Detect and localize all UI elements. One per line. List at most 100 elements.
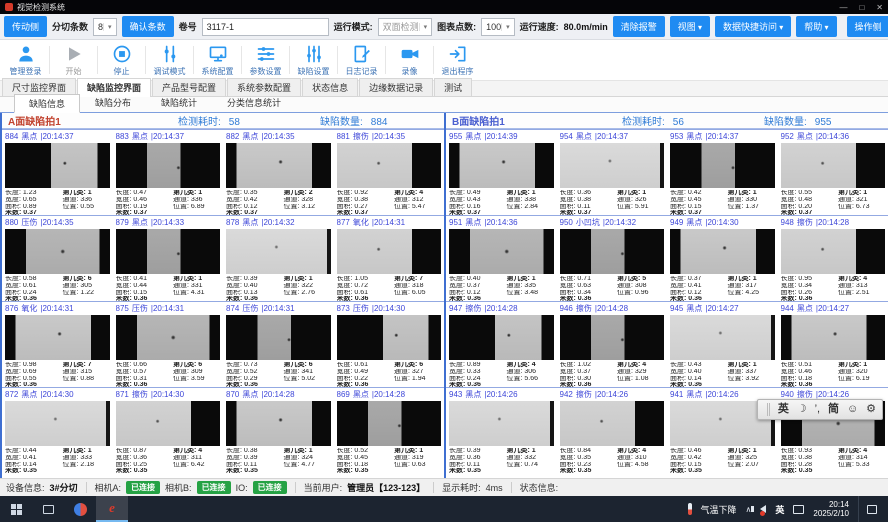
- defect-image[interactable]: [337, 229, 442, 274]
- defect-card[interactable]: 869 黑点 |20:14:28 长度: 0.52 宽度: 0.45 面积: 0…: [334, 387, 445, 473]
- defect-image[interactable]: [116, 229, 221, 274]
- ime-settings-gear-icon[interactable]: ⚙: [866, 404, 876, 415]
- ime-punct-icon[interactable]: ’,: [815, 404, 821, 415]
- defect-card[interactable]: 882 黑点 |20:14:35 长度: 0.35 宽度: 0.42 面积: 0…: [223, 129, 334, 215]
- defect-image[interactable]: [5, 401, 110, 446]
- defect-card[interactable]: 950 小凹坑 |20:14:32 长度: 0.71 宽度: 0.63 面积: …: [557, 215, 668, 301]
- ime-fullhalf-icon[interactable]: ☽: [797, 404, 807, 415]
- defect-card[interactable]: 955 黑点 |20:14:39 长度: 0.49 宽度: 0.43 面积: 0…: [446, 129, 557, 215]
- defect-image[interactable]: [226, 143, 331, 188]
- tool-user-button[interactable]: 管理登录: [2, 43, 49, 77]
- tool-tune-button[interactable]: 调试模式: [146, 43, 193, 77]
- close-button[interactable]: ✕: [876, 3, 883, 12]
- notification-center-button[interactable]: [858, 496, 884, 522]
- ime-keyboard-icon[interactable]: [793, 505, 804, 514]
- defect-image[interactable]: [560, 315, 665, 360]
- slit-count-select[interactable]: 8: [93, 18, 117, 36]
- defect-card[interactable]: 945 黑点 |20:14:27 长度: 0.43 宽度: 0.40 面积: 0…: [667, 301, 778, 387]
- defect-card[interactable]: 947 擦伤 |20:14:28 长度: 0.89 宽度: 0.33 面积: 0…: [446, 301, 557, 387]
- defect-card[interactable]: 874 压伤 |20:14:31 长度: 0.73 宽度: 0.52 面积: 0…: [223, 301, 334, 387]
- defect-card[interactable]: 949 黑点 |20:14:30 长度: 0.37 宽度: 0.41 面积: 0…: [667, 215, 778, 301]
- drive-side-button[interactable]: 传动侧: [4, 16, 47, 37]
- defect-card[interactable]: 872 黑点 |20:14:30 长度: 0.44 宽度: 0.41 面积: 0…: [2, 387, 113, 473]
- defect-card[interactable]: 942 擦伤 |20:14:26 长度: 0.84 宽度: 0.35 面积: 0…: [557, 387, 668, 473]
- defect-card[interactable]: 877 氧化 |20:14:31 长度: 1.05 宽度: 0.72 面积: 0…: [334, 215, 445, 301]
- defect-card[interactable]: 881 擦伤 |20:14:35 长度: 0.92 宽度: 0.38 面积: 0…: [334, 129, 445, 215]
- defect-card[interactable]: 952 黑点 |20:14:36 长度: 0.55 宽度: 0.48 面积: 0…: [778, 129, 888, 215]
- defect-image[interactable]: [560, 143, 665, 188]
- ime-drag-handle[interactable]: [767, 403, 770, 416]
- tool-exit-button[interactable]: 退出程序: [434, 43, 481, 77]
- start-button[interactable]: [0, 496, 32, 522]
- minimize-button[interactable]: —: [839, 3, 847, 12]
- quick-access-menu-button[interactable]: 数据快捷访问: [715, 16, 791, 37]
- defect-image[interactable]: [449, 401, 554, 446]
- defect-card[interactable]: 880 压伤 |20:14:35 长度: 0.58 宽度: 0.61 面积: 0…: [2, 215, 113, 301]
- defect-card[interactable]: 875 压伤 |20:14:31 长度: 0.66 宽度: 0.57 面积: 0…: [113, 301, 224, 387]
- defect-card[interactable]: 876 氧化 |20:14:31 长度: 0.98 宽度: 0.69 面积: 0…: [2, 301, 113, 387]
- run-mode-select[interactable]: 双面检测: [378, 18, 433, 36]
- tool-sliders-h-button[interactable]: 参数设置: [242, 43, 289, 77]
- defect-image[interactable]: [5, 143, 110, 188]
- defect-card[interactable]: 884 黑点 |20:14:37 长度: 1.23 宽度: 0.65 面积: 0…: [2, 129, 113, 215]
- language-indicator[interactable]: 英: [775, 503, 784, 516]
- task-view-button[interactable]: [32, 496, 64, 522]
- defect-card[interactable]: 883 黑点 |20:14:37 长度: 0.47 宽度: 0.46 面积: 0…: [113, 129, 224, 215]
- tool-stop-button[interactable]: 停止: [98, 43, 145, 77]
- defect-image[interactable]: [781, 315, 886, 360]
- defect-image[interactable]: [449, 229, 554, 274]
- main-tab-5[interactable]: 边缘数据记录: [359, 78, 433, 96]
- defect-image[interactable]: [116, 315, 221, 360]
- defect-image[interactable]: [560, 401, 665, 446]
- defect-image[interactable]: [337, 315, 442, 360]
- defect-image[interactable]: [337, 401, 442, 446]
- defect-image[interactable]: [449, 315, 554, 360]
- defect-card[interactable]: 873 压伤 |20:14:30 长度: 0.61 宽度: 0.49 面积: 0…: [334, 301, 445, 387]
- defect-card[interactable]: 879 黑点 |20:14:33 长度: 0.41 宽度: 0.44 面积: 0…: [113, 215, 224, 301]
- view-menu-button[interactable]: 视图: [670, 16, 710, 37]
- operate-side-button[interactable]: 操作侧: [847, 16, 888, 37]
- defect-image[interactable]: [449, 143, 554, 188]
- defect-card[interactable]: 946 擦伤 |20:14:28 长度: 1.02 宽度: 0.37 面积: 0…: [557, 301, 668, 387]
- roll-number-input[interactable]: [202, 18, 329, 36]
- maximize-button[interactable]: □: [859, 3, 864, 12]
- defect-image[interactable]: [670, 315, 775, 360]
- defect-image[interactable]: [670, 229, 775, 274]
- chart-points-select[interactable]: 100: [481, 18, 515, 36]
- ime-lang-toggle[interactable]: 英: [778, 404, 789, 415]
- volume-icon[interactable]: [760, 505, 766, 513]
- weather-text[interactable]: 气温下降: [701, 503, 737, 516]
- defect-card[interactable]: 878 黑点 |20:14:32 长度: 0.39 宽度: 0.40 面积: 0…: [223, 215, 334, 301]
- tool-sliders-v-button[interactable]: 缺陷设置: [290, 43, 337, 77]
- defect-card[interactable]: 951 黑点 |20:14:36 长度: 0.40 宽度: 0.37 面积: 0…: [446, 215, 557, 301]
- confirm-count-button[interactable]: 确认条数: [122, 16, 174, 37]
- tool-play-button[interactable]: 开始: [50, 43, 97, 77]
- defect-card[interactable]: 954 黑点 |20:14:37 长度: 0.36 宽度: 0.38 面积: 0…: [557, 129, 668, 215]
- defect-image[interactable]: [116, 143, 221, 188]
- defect-image[interactable]: [226, 401, 331, 446]
- defect-image[interactable]: [337, 143, 442, 188]
- sub-tab-2[interactable]: 缺陷统计: [146, 93, 212, 112]
- sub-tab-0[interactable]: 缺陷信息: [14, 94, 80, 113]
- taskbar-clock[interactable]: 20:14 2025/2/10: [813, 500, 849, 518]
- defect-image[interactable]: [5, 229, 110, 274]
- defect-image[interactable]: [560, 229, 665, 274]
- defect-card[interactable]: 944 黑点 |20:14:27 长度: 0.51 宽度: 0.46 面积: 0…: [778, 301, 888, 387]
- ime-simplified-toggle[interactable]: 简: [828, 404, 839, 415]
- help-menu-button[interactable]: 帮助: [796, 16, 836, 37]
- defect-card[interactable]: 953 黑点 |20:14:37 长度: 0.42 宽度: 0.45 面积: 0…: [667, 129, 778, 215]
- defect-card[interactable]: 871 擦伤 |20:14:30 长度: 0.87 宽度: 0.36 面积: 0…: [113, 387, 224, 473]
- clear-alarm-button[interactable]: 清除报警: [613, 16, 665, 37]
- defect-image[interactable]: [781, 229, 886, 274]
- tool-camera-button[interactable]: 录像: [386, 43, 433, 77]
- taskbar-app-active[interactable]: e: [96, 496, 128, 522]
- defect-image[interactable]: [116, 401, 221, 446]
- sub-tab-3[interactable]: 分类信息统计: [212, 93, 296, 112]
- main-tab-4[interactable]: 状态信息: [302, 78, 358, 96]
- defect-card[interactable]: 870 黑点 |20:14:28 长度: 0.38 宽度: 0.39 面积: 0…: [223, 387, 334, 473]
- defect-image[interactable]: [781, 143, 886, 188]
- taskbar-app-1[interactable]: [64, 496, 96, 522]
- tool-monitor-button[interactable]: 系统配置: [194, 43, 241, 77]
- main-tab-6[interactable]: 测试: [434, 78, 472, 96]
- defect-image[interactable]: [226, 315, 331, 360]
